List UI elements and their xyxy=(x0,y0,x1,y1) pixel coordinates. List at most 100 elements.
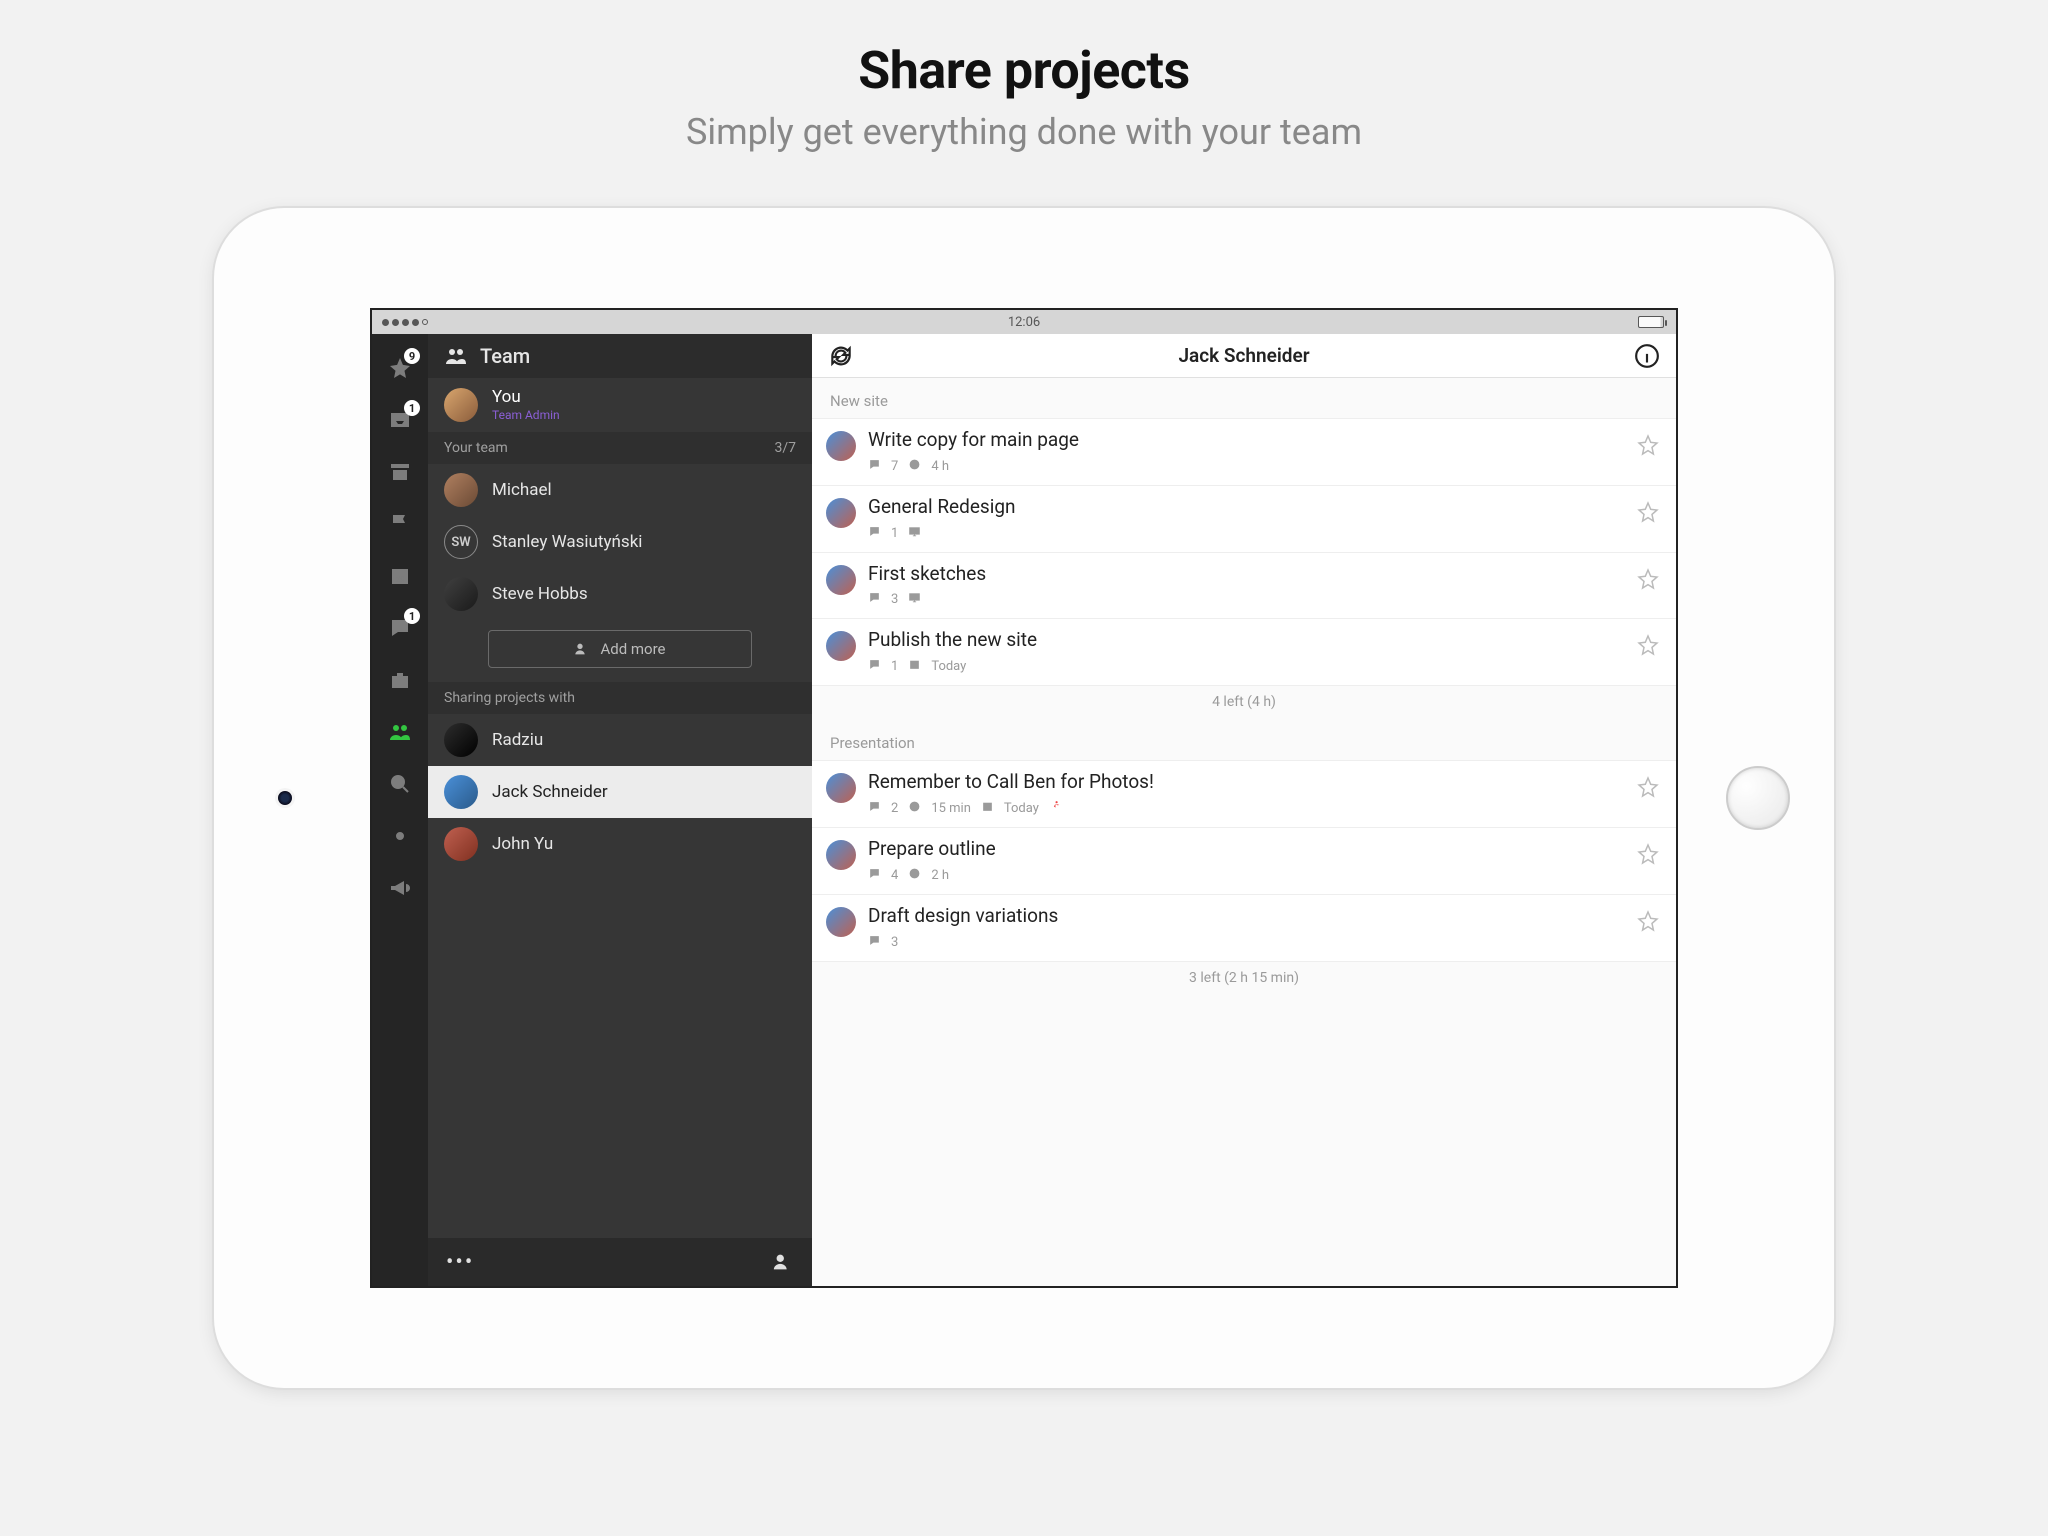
sharing-member-radziu[interactable]: Radziu xyxy=(428,714,812,766)
task-row[interactable]: General Redesign1 xyxy=(812,486,1676,553)
avatar xyxy=(444,388,478,422)
app-screen: 12:06 9 1 29 xyxy=(370,308,1678,1288)
task-meta: 1 xyxy=(868,525,1624,542)
comment-count: 7 xyxy=(891,459,898,474)
nav-team[interactable] xyxy=(372,706,428,758)
team-member-steve[interactable]: Steve Hobbs xyxy=(428,568,812,620)
nav-starred-badge: 9 xyxy=(404,348,420,364)
clock-icon xyxy=(908,800,921,817)
team-member-michael[interactable]: Michael xyxy=(428,464,812,516)
hero-title: Share projects xyxy=(858,40,1189,101)
monitor-icon xyxy=(908,591,921,608)
person-add-icon xyxy=(574,641,590,657)
clock-icon xyxy=(908,458,921,475)
date-label: Today xyxy=(931,659,966,674)
task-row[interactable]: First sketches3 xyxy=(812,553,1676,620)
task-row[interactable]: Prepare outline 4 2 h xyxy=(812,828,1676,895)
avatar xyxy=(444,827,478,861)
nav-starred[interactable]: 9 xyxy=(372,342,428,394)
task-meta: 1 Today xyxy=(868,658,1624,675)
group-header: New site xyxy=(812,378,1676,418)
member-name: Michael xyxy=(492,480,552,500)
comment-count: 1 xyxy=(891,659,898,674)
sync-button[interactable] xyxy=(828,343,854,369)
group-header: Presentation xyxy=(812,720,1676,760)
main-header: Jack Schneider xyxy=(812,334,1676,378)
task-row[interactable]: Remember to Call Ben for Photos!215 minT… xyxy=(812,761,1676,828)
more-icon[interactable]: ••• xyxy=(446,1250,474,1275)
nav-rail: 9 1 29 1 xyxy=(372,334,428,1286)
nav-calendar[interactable]: 29 xyxy=(372,550,428,602)
task-title: Publish the new site xyxy=(868,629,1624,652)
comment-icon xyxy=(868,658,881,675)
profile-name: You xyxy=(492,388,560,407)
nav-chat-badge: 1 xyxy=(404,608,420,624)
avatar xyxy=(826,907,856,937)
nav-inbox[interactable]: 1 xyxy=(372,394,428,446)
battery-icon xyxy=(1638,316,1664,328)
member-name: Jack Schneider xyxy=(492,782,608,802)
svg-text:29: 29 xyxy=(396,575,405,584)
info-button[interactable] xyxy=(1634,343,1660,369)
tablet-frame: 12:06 9 1 29 xyxy=(214,208,1834,1388)
avatar xyxy=(444,473,478,507)
nav-settings[interactable] xyxy=(372,810,428,862)
avatar xyxy=(444,723,478,757)
running-icon xyxy=(1049,800,1062,817)
group-footer: 3 left (2 h 15 min) xyxy=(812,962,1676,996)
status-bar: 12:06 xyxy=(372,310,1676,334)
member-name: Steve Hobbs xyxy=(492,584,588,604)
camera-dot xyxy=(278,791,292,805)
nav-search[interactable] xyxy=(372,758,428,810)
nav-announce[interactable] xyxy=(372,862,428,914)
signal-dots-icon xyxy=(382,319,428,326)
sidebar: Team You Team Admin Your team 3/7 Michae… xyxy=(428,334,812,1286)
member-name: Radziu xyxy=(492,730,543,750)
task-title: Prepare outline xyxy=(868,838,1624,861)
star-button[interactable] xyxy=(1636,500,1660,524)
star-button[interactable] xyxy=(1636,909,1660,933)
star-button[interactable] xyxy=(1636,433,1660,457)
comment-icon xyxy=(868,591,881,608)
comment-icon xyxy=(868,525,881,542)
star-button[interactable] xyxy=(1636,633,1660,657)
avatar xyxy=(444,577,478,611)
avatar xyxy=(444,775,478,809)
team-section-header: Your team 3/7 xyxy=(428,432,812,464)
task-title: Write copy for main page xyxy=(868,429,1624,452)
add-more-button[interactable]: Add more xyxy=(488,630,752,668)
time-label: 2 h xyxy=(931,868,949,883)
nav-briefcase[interactable] xyxy=(372,654,428,706)
avatar xyxy=(826,840,856,870)
avatar xyxy=(826,773,856,803)
nav-chat[interactable]: 1 xyxy=(372,602,428,654)
star-button[interactable] xyxy=(1636,842,1660,866)
sharing-member-jack[interactable]: Jack Schneider xyxy=(428,766,812,818)
group-footer: 4 left (4 h) xyxy=(812,686,1676,720)
task-meta: 215 minToday xyxy=(868,800,1624,817)
comment-count: 4 xyxy=(891,868,898,883)
comment-count: 1 xyxy=(891,526,898,541)
sidebar-title: Team xyxy=(480,344,530,368)
task-row[interactable]: Publish the new site 1 Today xyxy=(812,619,1676,686)
comment-icon xyxy=(868,458,881,475)
member-name: John Yu xyxy=(492,834,553,854)
sharing-member-john[interactable]: John Yu xyxy=(428,818,812,870)
task-meta: 74 h xyxy=(868,458,1624,475)
nav-archive[interactable] xyxy=(372,446,428,498)
comment-icon xyxy=(868,867,881,884)
sharing-section-label: Sharing projects with xyxy=(444,690,575,706)
task-title: Draft design variations xyxy=(868,905,1624,928)
task-row[interactable]: Draft design variations3 xyxy=(812,895,1676,962)
calendar-icon xyxy=(908,658,921,675)
comment-count: 2 xyxy=(891,801,898,816)
nav-flag[interactable] xyxy=(372,498,428,550)
task-row[interactable]: Write copy for main page 74 h xyxy=(812,419,1676,486)
profile-you[interactable]: You Team Admin xyxy=(428,378,812,432)
team-member-stanley[interactable]: SW Stanley Wasiutyński xyxy=(428,516,812,568)
status-time: 12:06 xyxy=(1008,315,1040,330)
home-button[interactable] xyxy=(1726,766,1790,830)
star-button[interactable] xyxy=(1636,775,1660,799)
person-add-icon[interactable] xyxy=(772,1251,794,1273)
star-button[interactable] xyxy=(1636,567,1660,591)
